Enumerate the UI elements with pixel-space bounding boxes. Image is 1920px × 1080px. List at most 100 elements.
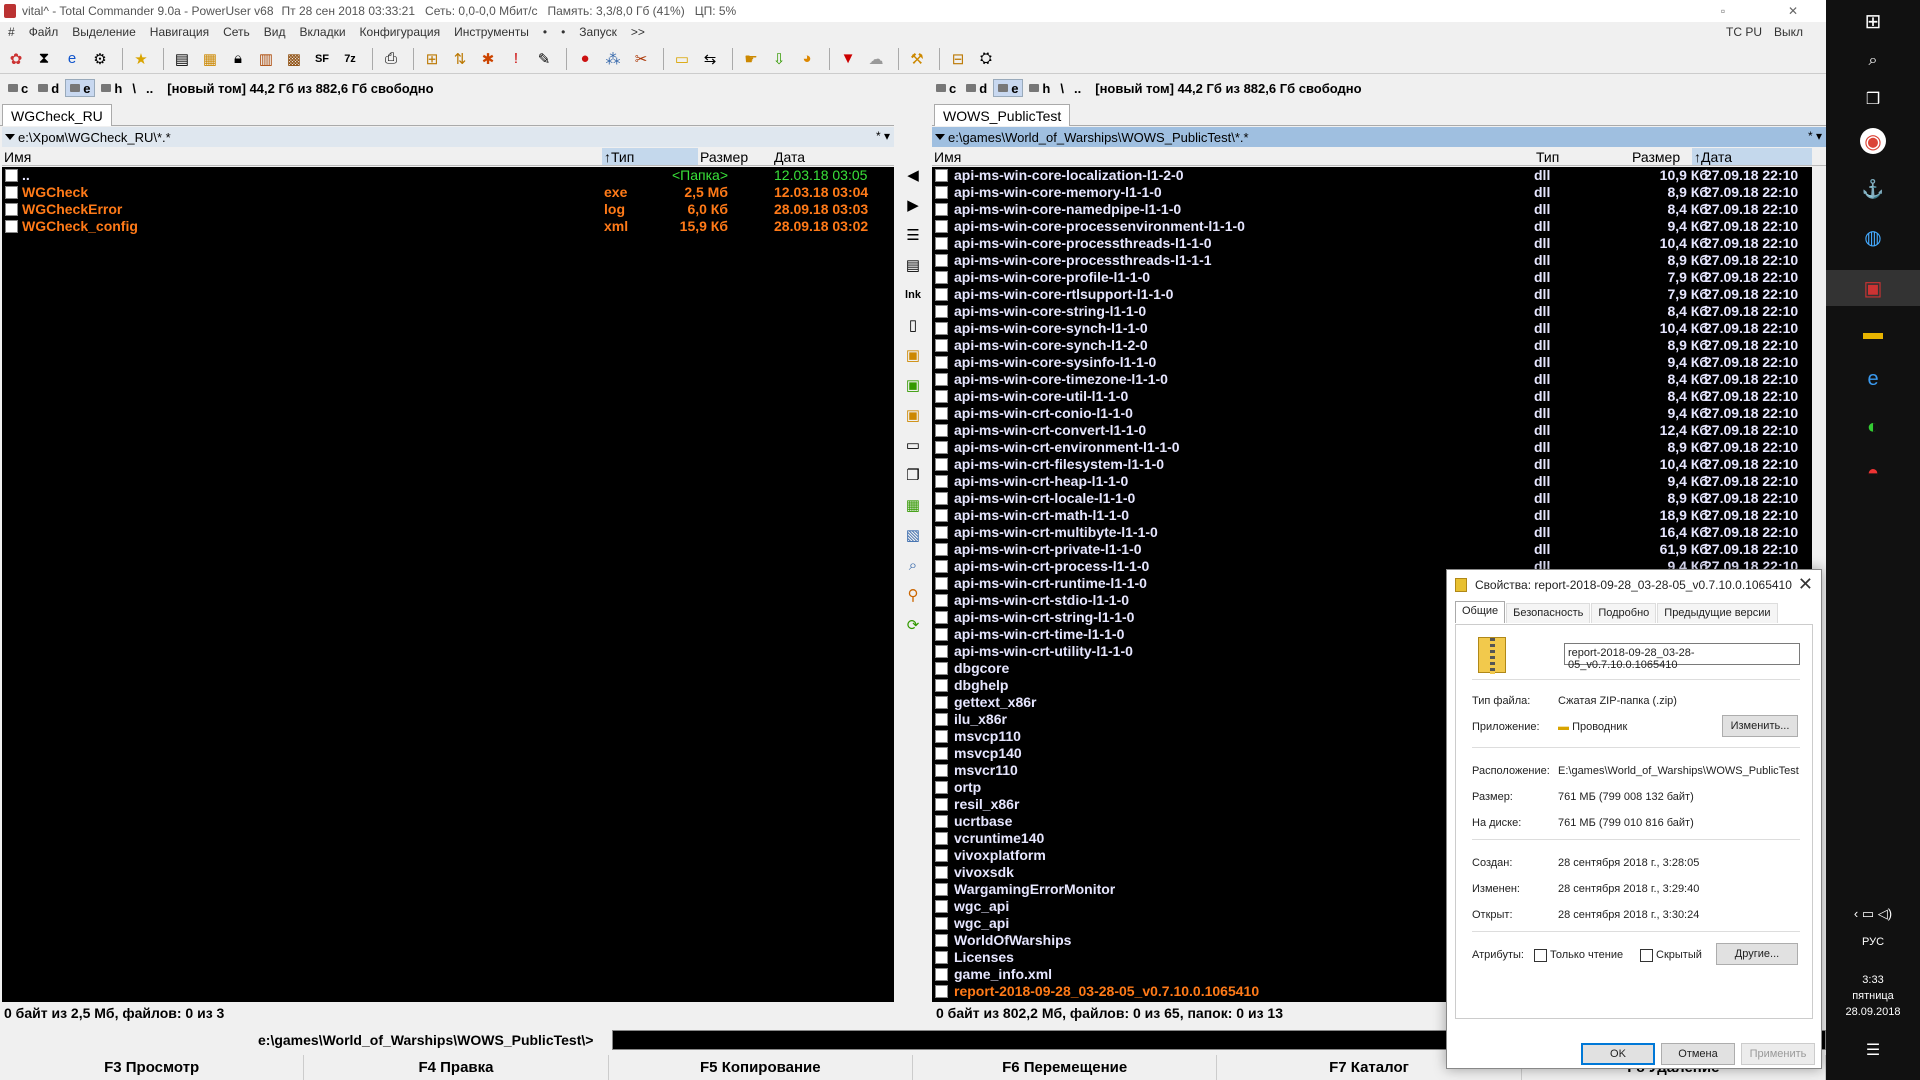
left-col-date[interactable]: Дата [774,149,805,165]
star-icon[interactable]: ★ [129,47,153,71]
settings-icon[interactable]: ⛭ [974,47,998,71]
other-attributes-button[interactable]: Другие... [1716,943,1798,965]
right-drive-h[interactable]: h [1025,79,1054,97]
magnifier-icon[interactable]: ⌕ [902,554,924,576]
game-center-icon[interactable]: ◍ [1856,220,1890,254]
right-col-name[interactable]: Имя [934,149,961,165]
f4-edit-button[interactable]: F4 Правка [304,1055,609,1080]
grid-icon[interactable]: ⁂ [601,47,625,71]
restore-button[interactable]: ▫ [1700,0,1746,22]
file-row[interactable]: api-ms-win-core-namedpipe-l1-1-0 dll 8,4 К… [932,201,1812,218]
brush-icon[interactable]: ⚲ [902,584,924,606]
sfx-icon[interactable]: SF [310,47,334,71]
file-row[interactable]: .. <Папка> 12.03.18 03:05 [2,167,894,184]
folder-search-icon[interactable]: ▦ [198,47,222,71]
network-icon[interactable]: ⊟ [946,47,970,71]
new-file-icon[interactable]: ▯ [902,314,924,336]
alert-icon[interactable]: ! [504,47,528,71]
menu-navigation[interactable]: Навигация [150,25,209,39]
hand-icon[interactable]: ☛ [739,47,763,71]
right-col-size[interactable]: Размер [1632,149,1680,165]
language-indicator[interactable]: РУС [1826,936,1920,948]
compare-icon[interactable]: ✱ [476,47,500,71]
left-col-type[interactable]: ↑Тип [602,148,698,165]
ie-icon[interactable]: e [60,47,84,71]
file-row[interactable]: api-ms-win-crt-math-l1-1-0 dll 18,9 Кб 27.0… [932,507,1812,524]
file-row[interactable]: api-ms-win-core-string-l1-1-0 dll 8,4 Кб 27… [932,303,1812,320]
left-tab-wgcheck[interactable]: WGCheck_RU [2,104,112,126]
left-drive-c[interactable]: c [4,79,32,97]
left-root-button[interactable]: \ [128,79,140,97]
opera-taskbar-icon[interactable]: ◓ [1856,456,1890,490]
task-view-icon[interactable]: ❒ [1856,82,1890,116]
file-row[interactable]: api-ms-win-core-processthreads-l1-1-0 dll… [932,235,1812,252]
menu-view[interactable]: Вид [264,25,286,39]
file-row[interactable]: api-ms-win-core-util-l1-1-0 dll 8,4 Кб 27.0… [932,388,1812,405]
hidden-checkbox[interactable] [1640,949,1653,962]
history-dropdown-icon[interactable] [935,134,945,140]
reload-icon[interactable]: ⟳ [902,614,924,636]
f5-copy-button[interactable]: F5 Копирование [609,1055,913,1080]
f3-view-button[interactable]: F3 Просмотр [0,1055,305,1080]
right-tab-wows[interactable]: WOWS_PublicTest [934,104,1071,126]
file-row[interactable]: api-ms-win-core-profile-l1-1-0 dll 7,9 Кб 2… [932,269,1812,286]
file-row[interactable]: api-ms-win-core-localization-l1-2-0 dll 10… [932,167,1812,184]
close-button[interactable]: ✕ [1770,0,1816,22]
left-col-size[interactable]: Размер [700,149,748,165]
file-row[interactable]: api-ms-win-core-processenvironment-l1-1-… [932,218,1812,235]
tab-previous-versions[interactable]: Предыдущие версии [1657,603,1778,623]
left-drive-e[interactable]: e [65,79,96,97]
app-icon[interactable]: ◐ [1856,410,1890,444]
right-root-button[interactable]: \ [1056,79,1068,97]
forward-arrow-icon[interactable]: ▶ [902,194,924,216]
search-icon[interactable]: ⌕ [1856,44,1890,78]
back-arrow-icon[interactable]: ◀ [902,164,924,186]
hourglass-icon[interactable]: ⧗ [32,47,56,71]
left-drive-h[interactable]: h [97,79,126,97]
sync-icon[interactable]: ⇅ [448,47,472,71]
left-file-list[interactable]: .. <Папка> 12.03.18 03:05 WGCheck exe 2,5 Мб 1… [2,167,894,1002]
right-path-filter[interactable]: * ▾ [1808,129,1822,143]
left-up-button[interactable]: .. [142,79,157,97]
tree-icon[interactable]: ⊞ [420,47,444,71]
menu-hash[interactable]: # [8,25,15,39]
edge-icon[interactable]: e [1856,362,1890,396]
left-col-name[interactable]: Имя [4,149,31,165]
history-dropdown-icon[interactable] [5,134,15,140]
print-icon[interactable]: ⎙ [379,47,403,71]
extract-icon[interactable]: ▣ [902,404,924,426]
menu-selection[interactable]: Выделение [72,25,136,39]
cloud-icon[interactable]: ☁ [864,47,888,71]
file-row[interactable]: api-ms-win-core-rtlsupport-l1-1-0 dll 7,9 … [932,286,1812,303]
hammer-icon[interactable]: ⚒ [905,47,929,71]
move-icon[interactable]: ▦ [902,494,924,516]
image-icon[interactable]: ▧ [902,524,924,546]
dialog-close-icon[interactable]: ✕ [1798,574,1813,594]
file-row[interactable]: api-ms-win-core-synch-l1-2-0 dll 8,9 Кб 27.… [932,337,1812,354]
menu-launch[interactable]: Запуск [579,25,617,39]
tools-icon[interactable]: ✂ [629,47,653,71]
bear-icon[interactable]: ◕ [795,47,819,71]
menu-tcpu[interactable]: TC PU [1726,22,1762,42]
lock-icon[interactable]: 🔒︎ [226,47,250,71]
file-row[interactable]: api-ms-win-core-sysinfo-l1-1-0 dll 9,4 Кб 2… [932,354,1812,371]
right-col-type[interactable]: Тип [1536,149,1559,165]
file-row[interactable]: api-ms-win-crt-convert-l1-1-0 dll 12,4 Кб 2… [932,422,1812,439]
right-up-button[interactable]: .. [1070,79,1085,97]
opera-icon[interactable]: ● [573,47,597,71]
taskbar-date[interactable]: 28.09.2018 [1826,1006,1920,1018]
menu-network[interactable]: Сеть [223,25,250,39]
ftp-icon[interactable]: ⇆ [698,47,722,71]
folder-icon[interactable]: ▭ [670,47,694,71]
readonly-checkbox[interactable] [1534,949,1547,962]
f6-move-button[interactable]: F6 Перемещение [913,1055,1218,1080]
refresh-icon[interactable]: ✿ [4,47,28,71]
file-row[interactable]: api-ms-win-core-memory-l1-1-0 dll 8,9 Кб 27… [932,184,1812,201]
chrome-icon[interactable]: ◉ [1860,128,1886,154]
zip-icon[interactable]: 7z [338,47,362,71]
ok-button[interactable]: OK [1581,1043,1655,1065]
link-icon[interactable]: lnk [902,284,924,306]
gear-icon[interactable]: ⚙ [88,47,112,71]
left-drive-d[interactable]: d [34,79,63,97]
left-path-filter[interactable]: * ▾ [876,129,890,143]
